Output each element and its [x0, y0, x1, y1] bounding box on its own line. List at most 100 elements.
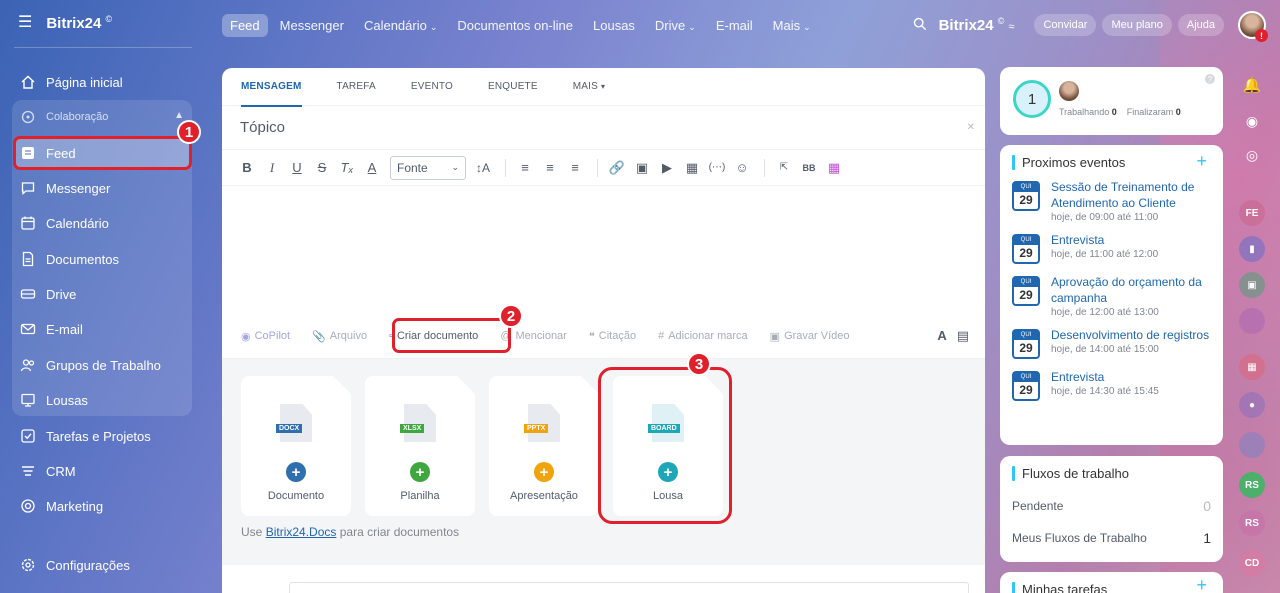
sidebar-item-home[interactable]: Página inicial [14, 67, 192, 97]
sidebar-item-marketing[interactable]: Marketing [14, 491, 192, 521]
code-icon[interactable]: (⋯) [706, 162, 728, 173]
topnav-online-docs[interactable]: Documentos on-line [449, 14, 581, 37]
bold-icon[interactable]: B [236, 160, 258, 175]
event-item[interactable]: QUI 29 Entrevista hoje, de 14:30 até 15:4… [1000, 369, 1223, 402]
card-presentation[interactable]: PPTX + Apresentação [489, 376, 599, 516]
invite-button[interactable]: Convidar [1034, 14, 1097, 36]
chat-avatar[interactable] [1239, 432, 1265, 458]
sidebar-item-email[interactable]: E-mail [14, 314, 192, 344]
close-icon[interactable]: ✕ [967, 122, 975, 133]
font-select[interactable]: Fonte ⌄ [390, 155, 466, 180]
link-icon[interactable]: 🔗 [606, 160, 628, 176]
sidebar-item-boards[interactable]: Lousas [14, 385, 192, 415]
chat-avatar-rs[interactable]: RS [1239, 510, 1265, 536]
font-size-icon[interactable]: ↕A [472, 161, 494, 175]
brand-logo[interactable]: Bitrix24 © ≈ [939, 16, 1015, 34]
workflow-mine-row[interactable]: Meus Fluxos de Trabalho 1 [1000, 522, 1223, 554]
tab-more[interactable]: MAIS ▾ [573, 68, 605, 106]
chat-avatar-rs[interactable]: RS [1239, 472, 1265, 498]
help-icon[interactable]: ? [1205, 74, 1215, 84]
event-item[interactable]: QUI 29 Desenvolvimento de registros hoje,… [1000, 327, 1223, 360]
panel-icon[interactable]: ▤ [957, 328, 969, 344]
bitrix24-docs-link[interactable]: Bitrix24.Docs [266, 525, 337, 539]
italic-icon[interactable]: I [261, 160, 283, 176]
topic-input[interactable]: Tópico ✕ [222, 106, 985, 150]
colleague-avatar[interactable] [1059, 81, 1079, 101]
sidebar-item-documents[interactable]: Documentos [14, 244, 192, 274]
numbered-list-icon[interactable]: ≡ [514, 160, 536, 175]
tab-poll[interactable]: ENQUETE [488, 68, 538, 106]
chat-avatar[interactable] [1239, 308, 1265, 334]
my-plan-button[interactable]: Meu plano [1102, 14, 1172, 36]
topnav-calendar[interactable]: Calendário ⌄ [356, 14, 445, 37]
chat-avatar-cd[interactable]: CD [1239, 550, 1265, 576]
bbcode-icon[interactable]: BB [798, 163, 820, 173]
calendar-icon[interactable]: ▦ [1239, 354, 1265, 380]
working-count-ring[interactable]: 1 [1013, 80, 1051, 118]
emoji-icon[interactable]: ☺ [731, 160, 753, 175]
attach-file-button[interactable]: 📎 Arquivo [312, 330, 367, 343]
text-color-icon[interactable]: A [361, 160, 383, 175]
ai-image-icon[interactable]: ▦ [823, 160, 845, 176]
add-icon[interactable]: + [410, 462, 430, 482]
text-format-icon[interactable]: A [937, 328, 946, 344]
record-video-button[interactable]: ▣ Gravar Vídeo [770, 330, 850, 343]
image-icon[interactable]: ▣ [631, 160, 653, 176]
workflow-pending-row[interactable]: Pendente 0 [1000, 490, 1223, 522]
sidebar-item-calendar[interactable]: Calendário [14, 208, 192, 238]
sidebar-item-tasks[interactable]: Tarefas e Projetos [14, 421, 192, 451]
search-icon[interactable] [913, 17, 927, 34]
sidebar-item-drive[interactable]: Drive [14, 279, 192, 309]
add-event-icon[interactable]: + [1196, 151, 1207, 172]
align-icon[interactable]: ≡ [564, 160, 586, 175]
user-avatar[interactable]: ! [1238, 11, 1268, 42]
add-tag-button[interactable]: # Adicionar marca [658, 330, 748, 342]
calendar-date-icon: QUI 29 [1012, 181, 1040, 211]
topnav-more[interactable]: Mais ⌄ [765, 14, 819, 37]
sidebar-item-messenger[interactable]: Messenger [14, 173, 192, 203]
underline-icon[interactable]: U [286, 160, 308, 175]
topnav-email[interactable]: E-mail [708, 14, 761, 37]
app-logo[interactable]: Bitrix24 © [46, 14, 112, 32]
add-icon[interactable]: + [534, 462, 554, 482]
menu-icon[interactable]: ☰ [18, 15, 32, 31]
bullet-list-icon[interactable]: ≡ [539, 160, 561, 175]
help-button[interactable]: Ajuda [1177, 14, 1224, 36]
event-item[interactable]: QUI 29 Sessão de Treinamento de Atendimen… [1000, 179, 1223, 223]
sidebar-item-workgroups[interactable]: Grupos de Trabalho [14, 350, 192, 380]
table-icon[interactable]: ▦ [681, 160, 703, 176]
image-icon[interactable]: ▣ [1239, 272, 1265, 298]
topnav-drive[interactable]: Drive ⌄ [647, 14, 704, 37]
add-task-icon[interactable]: + [1196, 575, 1207, 593]
card-document[interactable]: DOCX + Documento [241, 376, 351, 516]
bell-icon[interactable]: 🔔 [1239, 72, 1265, 98]
tab-event[interactable]: EVENTO [411, 68, 453, 106]
add-icon[interactable]: + [286, 462, 306, 482]
topnav-feed[interactable]: Feed [222, 13, 268, 37]
clear-format-icon[interactable]: Tₓ [336, 160, 358, 175]
video-icon[interactable]: ▶ [656, 160, 678, 176]
worktime-widget[interactable]: 1 Trabalhando 0 Finalizaram 0 ? [1000, 67, 1223, 135]
chat-icon[interactable]: ◎ [1239, 142, 1265, 168]
topnav-messenger[interactable]: Messenger [272, 14, 352, 37]
quote-button[interactable]: ❝ Citação [589, 330, 636, 343]
group-icon[interactable]: ● [1239, 392, 1265, 418]
recipients-input[interactable] [289, 582, 969, 593]
event-item[interactable]: QUI 29 Aprovação do orçamento da campanha… [1000, 274, 1223, 318]
tab-task[interactable]: TAREFA [337, 68, 376, 106]
bookmark-icon[interactable]: ▮ [1239, 236, 1265, 262]
copilot-icon[interactable]: ◉ [1239, 108, 1265, 134]
topnav-boards[interactable]: Lousas [585, 14, 643, 37]
chat-avatar-fe[interactable]: FE [1239, 200, 1265, 226]
card-spreadsheet[interactable]: XLSX + Planilha [365, 376, 475, 516]
tab-message[interactable]: MENSAGEM [241, 68, 302, 107]
sidebar-group-collaboration[interactable]: Colaboração ▲ [14, 102, 192, 132]
strikethrough-icon[interactable]: S [311, 160, 333, 175]
fullscreen-icon[interactable]: ⇱ [773, 162, 795, 173]
chevron-up-icon[interactable]: ▲ [174, 110, 184, 121]
sidebar-item-settings[interactable]: Configurações [14, 550, 192, 580]
sidebar-item-crm[interactable]: CRM [14, 456, 192, 486]
message-editor[interactable] [222, 186, 985, 316]
copilot-button[interactable]: ◉ CoPilot [241, 330, 290, 343]
event-item[interactable]: QUI 29 Entrevista hoje, de 11:00 até 12:0… [1000, 232, 1223, 265]
